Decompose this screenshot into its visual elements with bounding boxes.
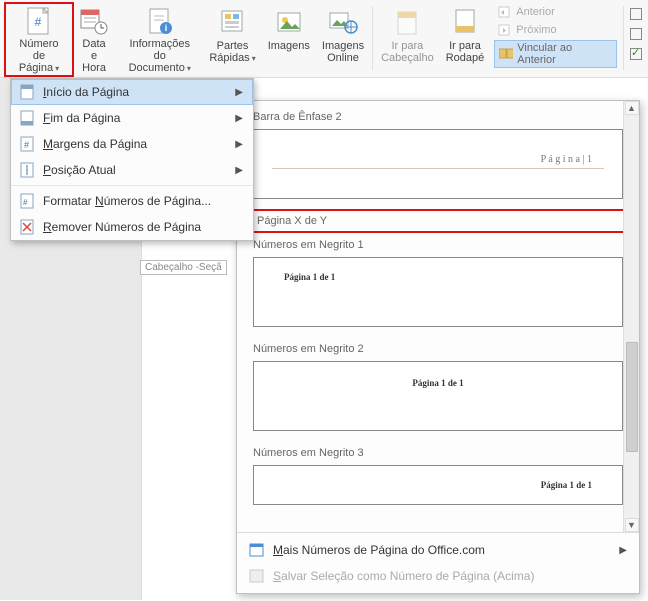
ribbon-separator: [623, 6, 624, 70]
submenu-top-of-page[interactable]: Início da Página ▶: [11, 79, 253, 105]
goto-footer-icon: [449, 6, 481, 38]
doc-info-button[interactable]: i Informações do Documento▾: [116, 4, 203, 75]
save-selection-label: Salvar Seleção como Número de Página (Ac…: [273, 569, 534, 583]
images-icon: [273, 6, 305, 38]
gallery-scrollbar[interactable]: ▲ ▼: [623, 101, 639, 532]
margins-icon: #: [19, 136, 35, 152]
more-from-office-label: Mais Números de Página do Office.com: [273, 543, 485, 557]
goto-header-button[interactable]: Ir para Cabeçalho: [375, 4, 440, 75]
office-icon: [249, 542, 265, 558]
quick-parts-icon: [217, 6, 249, 38]
link-to-previous-label: Vincular ao Anterior: [517, 42, 612, 66]
current-position-icon: [19, 162, 35, 178]
quick-parts-button[interactable]: Partes Rápidas▾: [203, 4, 261, 75]
preview-bold-1[interactable]: Página 1 de 1: [253, 257, 623, 327]
nav-previous[interactable]: Anterior: [494, 4, 617, 20]
nav-previous-label: Anterior: [516, 6, 555, 18]
page-number-submenu: Início da Página ▶ Fim da Página ▶ # Mar…: [10, 78, 254, 241]
submenu-top-label: Início da Página: [43, 85, 129, 99]
checkbox-1[interactable]: [630, 8, 642, 20]
chevron-right-icon: ▶: [235, 87, 243, 98]
gallery-footer: Mais Números de Página do Office.com ▶ S…: [237, 532, 639, 593]
preview-bold1-text: Página 1 de 1: [284, 272, 335, 282]
submenu-bottom-of-page[interactable]: Fim da Página ▶: [11, 105, 253, 131]
submenu-current-label: Posição Atual: [43, 163, 116, 177]
preview-bold-2[interactable]: Página 1 de 1: [253, 361, 623, 431]
section-bold-1: Números em Negrito 1: [251, 233, 633, 255]
header-section-tag: Cabeçalho -Seçã: [140, 260, 227, 275]
svg-text:i: i: [164, 23, 167, 33]
save-selection: Salvar Seleção como Número de Página (Ac…: [241, 563, 635, 589]
svg-text:#: #: [35, 15, 42, 29]
submenu-current-position[interactable]: Posição Atual ▶: [11, 157, 253, 183]
submenu-remove-numbers[interactable]: Remover Números de Página: [11, 214, 253, 240]
images-label: Imagens: [268, 40, 310, 64]
page-number-icon: #: [23, 6, 55, 36]
doc-info-icon: i: [144, 6, 176, 36]
submenu-format-numbers[interactable]: # Formatar Números de Página...: [11, 188, 253, 214]
link-icon: [499, 47, 513, 61]
more-from-office[interactable]: Mais Números de Página do Office.com ▶: [241, 537, 635, 563]
submenu-remove-label: Remover Números de Página: [43, 220, 201, 234]
goto-footer-label: Ir para Rodapé: [446, 40, 485, 64]
goto-header-label: Ir para Cabeçalho: [381, 40, 434, 64]
images-online-icon: [327, 6, 359, 38]
nav-next-label: Próximo: [516, 24, 556, 36]
navigation-column: Anterior Próximo Vincular ao Anterior: [490, 4, 621, 75]
svg-text:#: #: [23, 198, 28, 207]
chevron-right-icon: ▶: [235, 165, 243, 176]
submenu-page-margins[interactable]: # Margens da Página ▶: [11, 131, 253, 157]
scroll-down-button[interactable]: ▼: [625, 518, 639, 532]
chevron-right-icon: ▶: [235, 113, 243, 124]
next-icon: [498, 23, 512, 37]
save-selection-icon: [249, 568, 265, 584]
date-time-button[interactable]: Data e Hora: [72, 4, 116, 75]
accent-line: [272, 168, 604, 169]
svg-text:#: #: [24, 140, 29, 150]
nav-next[interactable]: Próximo: [494, 22, 617, 38]
gallery-body: Barra de Ênfase 2 P á g i n a | 1 Página…: [237, 101, 639, 532]
preview-bold3-text: Página 1 de 1: [541, 480, 592, 490]
date-time-label: Data e Hora: [78, 38, 110, 74]
scroll-up-button[interactable]: ▲: [625, 101, 639, 115]
goto-footer-button[interactable]: Ir para Rodapé: [440, 4, 491, 75]
top-of-page-icon: [19, 84, 35, 100]
preview-accent-bar-2[interactable]: P á g i n a | 1: [253, 129, 623, 199]
checkbox-2[interactable]: [630, 28, 642, 40]
images-button[interactable]: Imagens: [262, 4, 316, 75]
submenu-margins-label: Margens da Página: [43, 137, 147, 151]
scroll-thumb[interactable]: [626, 342, 638, 452]
quick-parts-label: Partes Rápidas▾: [209, 40, 255, 65]
section-accent-bar-2: Barra de Ênfase 2: [251, 105, 633, 127]
link-to-previous[interactable]: Vincular ao Anterior: [494, 40, 617, 68]
ribbon-separator: [372, 6, 373, 70]
preview-accent-text: P á g i n a | 1: [541, 154, 592, 165]
checkbox-column: [626, 4, 642, 75]
bottom-of-page-icon: [19, 110, 35, 126]
goto-header-icon: [391, 6, 423, 38]
section-bold-2: Números em Negrito 2: [251, 337, 633, 359]
previous-icon: [498, 5, 512, 19]
images-online-button[interactable]: Imagens Online: [316, 4, 370, 75]
submenu-separator: [11, 185, 253, 186]
section-page-x-of-y: Página X de Y: [251, 209, 627, 233]
doc-info-label: Informações do Documento▾: [122, 38, 197, 75]
calendar-clock-icon: [78, 6, 110, 36]
checkbox-3[interactable]: [630, 48, 642, 60]
preview-bold2-text: Página 1 de 1: [412, 378, 463, 388]
remove-numbers-icon: [19, 219, 35, 235]
images-online-label: Imagens Online: [322, 40, 364, 64]
submenu-format-label: Formatar Números de Página...: [43, 194, 211, 208]
chevron-right-icon: ▶: [235, 139, 243, 150]
section-bold-3: Números em Negrito 3: [251, 441, 633, 463]
submenu-bottom-label: Fim da Página: [43, 111, 120, 125]
format-numbers-icon: #: [19, 193, 35, 209]
ribbon: # Número de Página▾ Data e Hora: [0, 0, 648, 78]
preview-bold-3[interactable]: Página 1 de 1: [253, 465, 623, 505]
page-number-button[interactable]: # Número de Página▾: [6, 4, 72, 75]
page-number-label: Número de Página▾: [12, 38, 66, 75]
chevron-right-icon: ▶: [619, 545, 627, 556]
page-number-gallery: Barra de Ênfase 2 P á g i n a | 1 Página…: [236, 100, 640, 594]
